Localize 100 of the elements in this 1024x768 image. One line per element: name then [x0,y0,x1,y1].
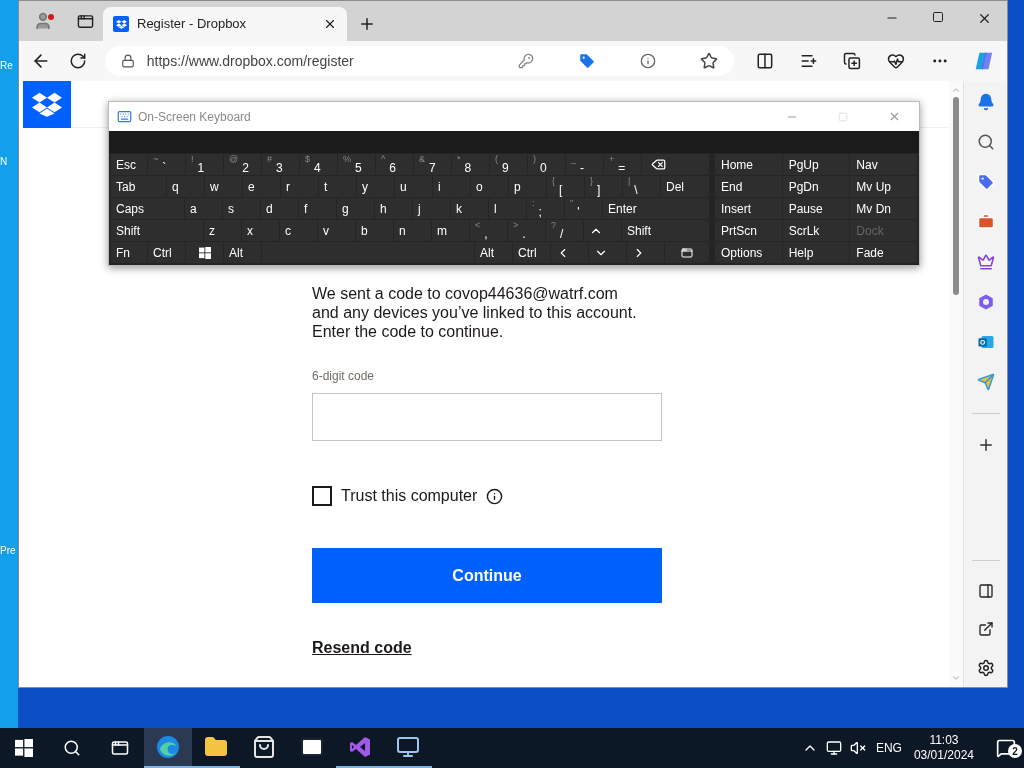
key[interactable]: Nav [850,154,917,175]
key-icon[interactable] [517,53,534,69]
key[interactable]: $ 4 [300,154,337,175]
taskbar-app[interactable] [144,728,192,768]
volume-muted-icon[interactable] [849,740,866,756]
settings-icon[interactable] [976,659,995,677]
mail-app-icon[interactable] [976,333,995,351]
key[interactable]: % 5 [338,154,375,175]
close-tab-icon[interactable] [323,17,337,31]
key[interactable]: c [280,220,317,241]
bell-icon[interactable] [976,93,995,111]
key[interactable]: Del [661,176,709,197]
backspace-key[interactable] [642,154,709,175]
key[interactable]: j [413,198,450,219]
external-link-icon[interactable] [977,621,994,637]
windows-key[interactable] [186,242,223,263]
language-indicator[interactable]: ENG [875,739,902,757]
key[interactable]: Mv Up [850,176,917,197]
search-icon[interactable] [63,739,81,757]
key[interactable]: Shift [111,220,203,241]
key[interactable]: z [204,220,241,241]
new-tab-icon[interactable] [358,15,376,33]
key[interactable]: Fade [850,242,917,263]
key[interactable]: f [299,198,336,219]
key[interactable]: Enter [603,198,709,219]
key[interactable]: h [375,198,412,219]
key[interactable]: ~ ` [148,154,185,175]
heart-pulse-icon[interactable] [887,52,906,70]
key[interactable]: i [433,176,470,197]
favorite-star-icon[interactable] [699,52,718,70]
key[interactable]: y [357,176,394,197]
key[interactable]: ? / [546,220,583,241]
scrollbar[interactable] [949,81,963,687]
key[interactable]: e [243,176,280,197]
key[interactable]: Alt [224,242,261,263]
key[interactable]: q [167,176,204,197]
refresh-icon[interactable] [68,52,87,70]
checkbox[interactable] [312,486,332,506]
search-icon[interactable] [976,133,995,151]
key[interactable]: Home [715,154,782,175]
menu-key[interactable] [665,242,709,263]
scrollbar-thumb[interactable] [953,97,959,295]
key[interactable]: & 7 [414,154,451,175]
logo-tile[interactable] [23,80,71,128]
key[interactable]: Ctrl [513,242,550,263]
continue-button[interactable]: Continue [312,548,662,603]
key[interactable]: b [356,220,393,241]
key[interactable]: g [337,198,374,219]
tag-icon[interactable] [976,173,995,191]
key[interactable]: Alt [475,242,512,263]
key[interactable]: End [715,176,782,197]
key[interactable]: x [242,220,279,241]
key[interactable]: > . [508,220,545,241]
key[interactable]: Fn [111,242,147,263]
key[interactable]: u [395,176,432,197]
key[interactable]: @ 2 [224,154,261,175]
office-icon[interactable] [976,293,995,311]
chess-piece-icon[interactable] [976,253,995,271]
key[interactable]: Esc [111,154,147,175]
collections-icon[interactable] [843,52,862,70]
clock-time[interactable]: 11:03 [929,733,959,748]
address-bar[interactable]: https://www.dropbox.com/register [104,46,734,76]
key[interactable]: ScrLk [782,220,850,241]
info-icon[interactable] [486,487,504,505]
key[interactable]: Help [782,242,850,263]
key[interactable]: _ - [566,154,603,175]
key[interactable]: p [509,176,546,197]
task-view-icon[interactable] [111,739,129,757]
key[interactable]: l [489,198,526,219]
key[interactable]: m [432,220,469,241]
toolbox-icon[interactable] [976,213,995,231]
key[interactable]: ( 9 [490,154,527,175]
sidebar-toggle-icon[interactable] [977,583,994,599]
browser-tab[interactable]: Register - Dropbox [103,7,347,41]
resend-link[interactable]: Resend code [312,636,412,660]
code-input-field[interactable] [312,393,662,441]
key[interactable]: * 8 [452,154,489,175]
key[interactable]: w [205,176,242,197]
key[interactable]: Ctrl [148,242,185,263]
key[interactable]: # 3 [262,154,299,175]
key[interactable]: a [185,198,222,219]
key[interactable]: " ' [565,198,602,219]
key[interactable]: r [281,176,318,197]
key[interactable]: t [319,176,356,197]
key[interactable]: : ; [527,198,564,219]
key[interactable]: k [451,198,488,219]
key[interactable]: ^ 6 [376,154,413,175]
clock-date[interactable]: 03/01/2024 [913,748,974,763]
key[interactable]: PgUp [782,154,850,175]
key[interactable]: PgDn [782,176,850,197]
maximize-button[interactable] [932,11,944,23]
key[interactable]: Tab [111,176,166,197]
network-icon[interactable] [825,740,842,756]
split-screen-icon[interactable] [755,52,774,70]
favorites-icon[interactable] [799,52,818,70]
key[interactable]: s [223,198,260,219]
key[interactable]: Shift [622,220,709,241]
key[interactable]: n [394,220,431,241]
send-icon[interactable] [976,373,995,391]
key[interactable]: Pause [782,198,850,219]
